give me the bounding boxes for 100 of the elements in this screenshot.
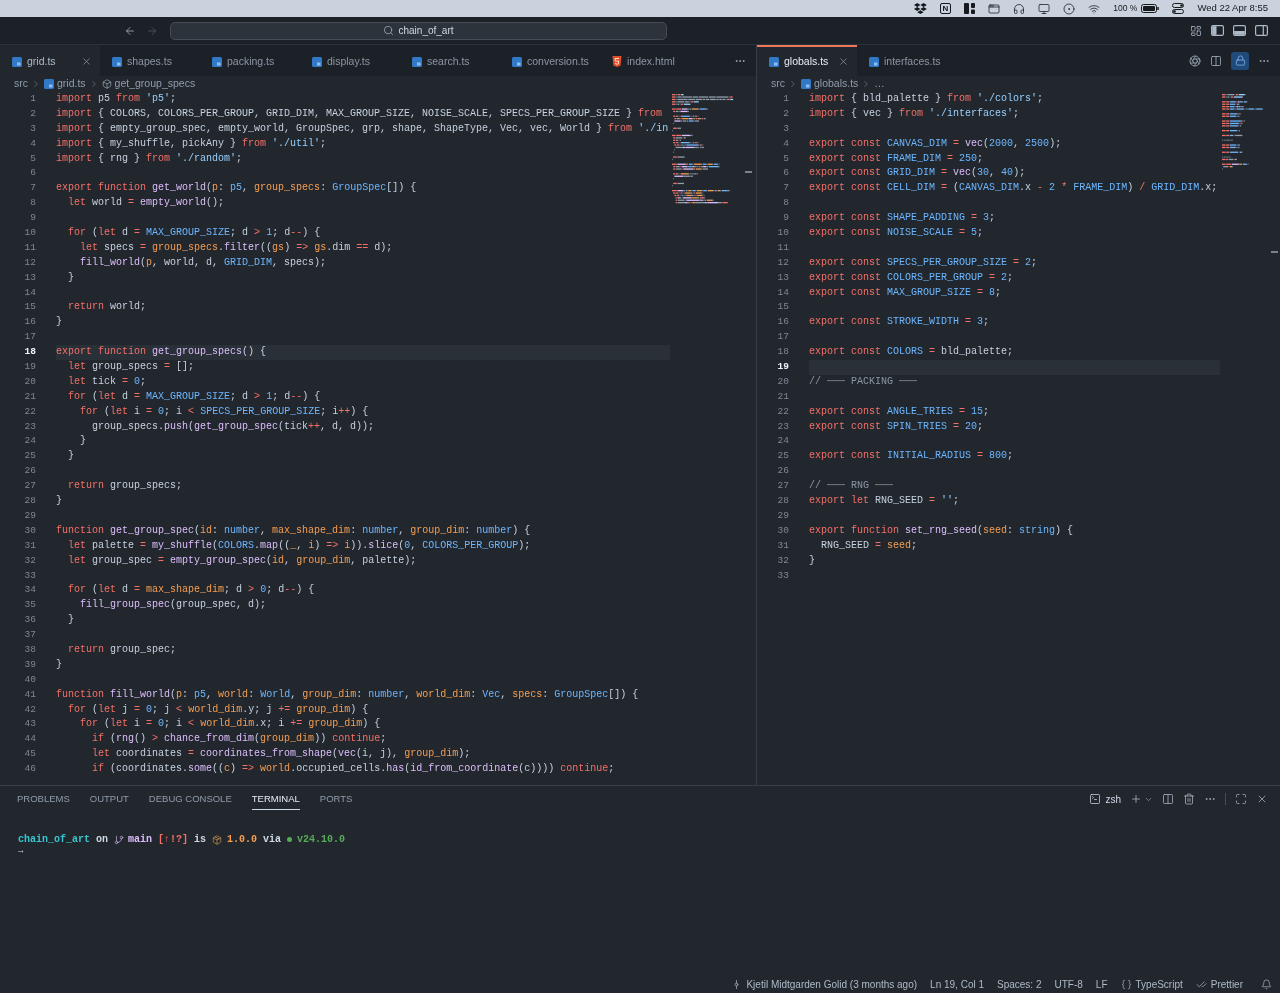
line-number: 16 bbox=[24, 315, 36, 330]
code-line: export const STROKE_WIDTH = 3; bbox=[809, 315, 990, 330]
code-line: } bbox=[56, 657, 62, 672]
line-number: 8 bbox=[783, 196, 789, 211]
toggles-icon[interactable] bbox=[1172, 3, 1185, 14]
panel-tab[interactable]: OUTPUT bbox=[89, 787, 129, 811]
close-icon[interactable] bbox=[1256, 793, 1268, 805]
code-line: function get_group_spec(id: number, max_shape_dim: number, group_dim: number) { bbox=[56, 523, 531, 538]
status-item[interactable]: Prettier bbox=[1195, 976, 1243, 992]
close-icon[interactable] bbox=[81, 56, 92, 67]
terminal-selector[interactable]: zsh bbox=[1089, 791, 1121, 807]
code-line: function fill_world(p: p5, world: World, group_dim: number, world_dim: Vec, specs: GroupSpec[]) { bbox=[56, 687, 639, 702]
breadcrumb-item[interactable]: src bbox=[771, 76, 785, 92]
dot-icon bbox=[287, 837, 293, 843]
line-number: 39 bbox=[24, 657, 36, 672]
line-number: 4 bbox=[783, 136, 789, 151]
line-number: 34 bbox=[24, 583, 36, 598]
lock-button[interactable] bbox=[1231, 51, 1249, 70]
notifications-icon[interactable] bbox=[1261, 978, 1272, 990]
code-line: RNG_SEED = seed; bbox=[821, 538, 918, 553]
line-number: 6 bbox=[30, 166, 36, 181]
code-line: export const MAX_GROUP_SIZE = 8; bbox=[809, 285, 1002, 300]
breadcrumb-item[interactable]: … bbox=[874, 76, 885, 92]
line-number: 3 bbox=[783, 121, 789, 136]
shield-file-icon bbox=[612, 56, 622, 67]
line-number: 23 bbox=[24, 419, 36, 434]
line-number: 30 bbox=[777, 523, 789, 538]
line-number: 31 bbox=[777, 538, 789, 553]
aperture-icon[interactable] bbox=[1189, 54, 1201, 67]
back-icon[interactable] bbox=[124, 24, 136, 37]
sidebar-right-icon[interactable] bbox=[1255, 25, 1268, 36]
close-icon[interactable] bbox=[838, 56, 849, 67]
status-item[interactable]: Ln 19, Col 1 bbox=[930, 976, 984, 992]
headphones-icon[interactable] bbox=[1013, 2, 1026, 15]
editor-tab[interactable]: grid.ts bbox=[0, 45, 100, 76]
monitor-icon[interactable] bbox=[1038, 2, 1051, 15]
cursor-ruler-mark bbox=[1271, 251, 1278, 253]
package-icon bbox=[212, 834, 223, 845]
split-editor-icon[interactable] bbox=[1210, 54, 1222, 67]
panel-tab[interactable]: PORTS bbox=[319, 787, 353, 811]
line-number: 26 bbox=[24, 464, 36, 479]
line-number: 15 bbox=[777, 300, 789, 315]
git-branch: main bbox=[128, 833, 153, 846]
status-item[interactable]: UTF-8 bbox=[1054, 976, 1083, 992]
panel-bottom-icon[interactable] bbox=[1233, 25, 1246, 36]
code-line: export const INITIAL_RADIUS = 800; bbox=[809, 449, 1014, 464]
line-number: 25 bbox=[777, 449, 789, 464]
code-line: export const COLORS = bld_palette; bbox=[809, 345, 1014, 360]
app-badge[interactable]: N bbox=[939, 3, 952, 14]
chevron-right-icon bbox=[788, 79, 798, 89]
line-number: 36 bbox=[24, 613, 36, 628]
status-item[interactable]: TypeScript bbox=[1120, 976, 1183, 992]
status-item[interactable]: LF bbox=[1095, 976, 1108, 992]
code-line: export const GRID_DIM = vec(30, 40); bbox=[809, 166, 1026, 181]
editor-tab[interactable]: globals.ts bbox=[757, 45, 857, 76]
panel-tab[interactable]: PROBLEMS bbox=[17, 787, 70, 811]
breadcrumb-item[interactable]: globals.ts bbox=[814, 76, 859, 92]
line-number: 12 bbox=[24, 255, 36, 270]
code-line: group_specs.push(get_group_spec(tick++, d, d)); bbox=[92, 419, 375, 434]
circle-dot-icon[interactable] bbox=[1063, 2, 1076, 15]
sidebar-left-icon[interactable] bbox=[1211, 25, 1224, 36]
maximize-icon[interactable] bbox=[1235, 793, 1247, 805]
code-line: } bbox=[68, 613, 74, 628]
code-line: // ─── RNG ─── bbox=[809, 479, 893, 494]
wifi-icon[interactable] bbox=[1088, 2, 1101, 15]
diamond-logo-icon[interactable] bbox=[913, 3, 927, 14]
battery-icon[interactable] bbox=[1141, 4, 1160, 13]
breadcrumb-item[interactable]: grid.ts bbox=[57, 76, 86, 92]
line-number: 6 bbox=[783, 166, 789, 181]
status-item[interactable]: Spaces: 2 bbox=[997, 976, 1042, 992]
breadcrumb-item[interactable]: src bbox=[14, 76, 28, 92]
split-terminal-icon[interactable] bbox=[1162, 793, 1174, 805]
panels-icon[interactable] bbox=[964, 3, 976, 14]
code-line: export const SPECS_PER_GROUP_SIZE = 2; bbox=[809, 255, 1038, 270]
branch-icon bbox=[114, 834, 125, 845]
line-number: 5 bbox=[30, 151, 36, 166]
breadcrumb-item[interactable]: get_group_specs bbox=[114, 76, 196, 92]
layout-icon[interactable] bbox=[1190, 24, 1202, 37]
line-number: 13 bbox=[777, 270, 789, 285]
line-number: 40 bbox=[24, 672, 36, 687]
line-number: 29 bbox=[777, 508, 789, 523]
line-number: 18 bbox=[777, 345, 789, 360]
trash-icon[interactable] bbox=[1183, 793, 1195, 805]
panel-tab[interactable]: DEBUG CONSOLE bbox=[148, 787, 232, 811]
line-number: 20 bbox=[24, 374, 36, 389]
line-number: 43 bbox=[24, 717, 36, 732]
code-line: import p5 from 'p5'; bbox=[56, 92, 177, 106]
code-line: } bbox=[80, 434, 86, 449]
command-search-bar[interactable]: chain_of_art bbox=[170, 21, 667, 40]
plus-icon[interactable] bbox=[1130, 793, 1142, 805]
code-line: return group_specs; bbox=[68, 479, 183, 494]
search-icon bbox=[383, 25, 395, 36]
square-file-icon bbox=[44, 79, 54, 89]
code-line: export function set_rng_seed(seed: string) { bbox=[809, 523, 1074, 538]
code-line: for (let i = 0; i < SPECS_PER_GROUP_SIZE; i++) { bbox=[80, 404, 369, 419]
panel-tab[interactable]: TERMINAL bbox=[251, 787, 300, 811]
line-number: 1 bbox=[783, 92, 789, 106]
line-number: 25 bbox=[24, 449, 36, 464]
window-icon[interactable] bbox=[988, 2, 1001, 15]
status-item[interactable]: Kjetil Midtgarden Golid (3 months ago) bbox=[731, 976, 918, 992]
